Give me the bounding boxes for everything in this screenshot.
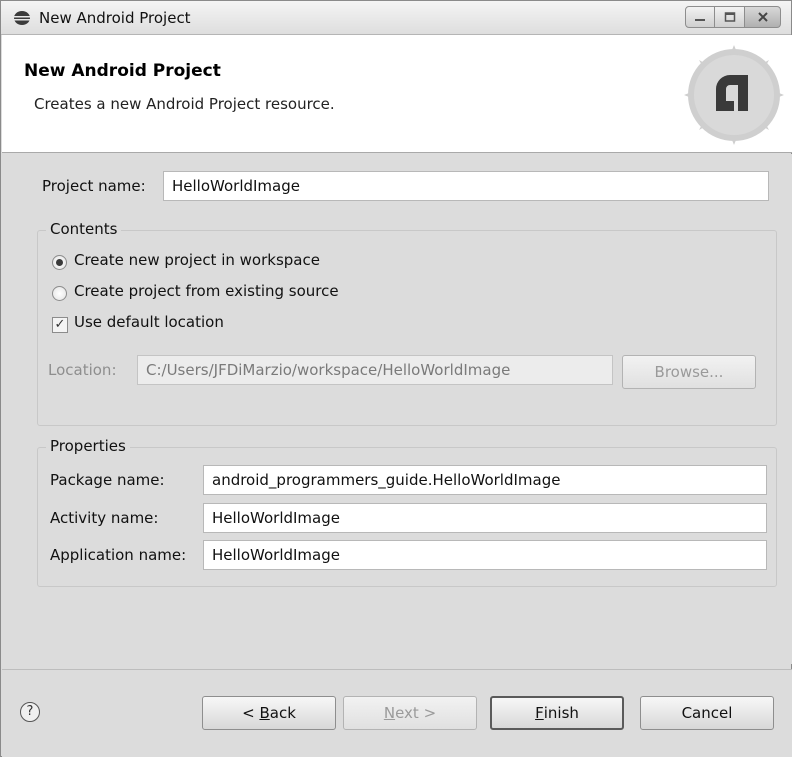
title-bar[interactable]: New Android Project bbox=[1, 1, 791, 35]
finish-button[interactable]: Finish bbox=[490, 696, 624, 730]
project-name-label: Project name: bbox=[42, 177, 146, 195]
application-name-input[interactable]: HelloWorldImage bbox=[203, 540, 767, 570]
finish-button-suffix: inish bbox=[543, 704, 579, 722]
next-button[interactable]: Next > bbox=[343, 696, 477, 730]
use-default-location-label[interactable]: Use default location bbox=[74, 313, 224, 331]
next-button-suffix: ext > bbox=[395, 704, 437, 722]
next-button-mnemonic: N bbox=[383, 704, 396, 722]
help-icon[interactable]: ? bbox=[20, 702, 40, 722]
location-input[interactable]: C:/Users/JFDiMarzio/workspace/HelloWorld… bbox=[137, 355, 613, 385]
project-name-input[interactable]: HelloWorldImage bbox=[163, 171, 769, 201]
back-button-prefix: < bbox=[242, 704, 260, 722]
maximize-icon[interactable] bbox=[715, 6, 745, 28]
wizard-description: Creates a new Android Project resource. bbox=[34, 95, 335, 113]
wizard-content: Project name: HelloWorldImage Contents C… bbox=[2, 154, 792, 664]
application-name-label: Application name: bbox=[50, 546, 187, 564]
use-default-location-checkbox[interactable]: ✓ bbox=[52, 317, 68, 333]
wizard-footer: ? < Back Next > Finish Cancel bbox=[2, 669, 792, 757]
activity-name-input[interactable]: HelloWorldImage bbox=[203, 503, 767, 533]
contents-group: Contents Create new project in workspace… bbox=[37, 220, 777, 426]
android-logo-icon bbox=[684, 45, 784, 145]
close-icon[interactable] bbox=[745, 6, 781, 28]
location-label: Location: bbox=[48, 361, 117, 379]
cancel-button[interactable]: Cancel bbox=[640, 696, 774, 730]
contents-group-title: Contents bbox=[46, 220, 122, 238]
back-button[interactable]: < Back bbox=[202, 696, 336, 730]
wizard-title: New Android Project bbox=[24, 61, 221, 81]
back-button-mnemonic: B bbox=[259, 704, 270, 722]
package-name-label: Package name: bbox=[50, 471, 165, 489]
minimize-icon[interactable] bbox=[685, 6, 715, 28]
window-controls bbox=[685, 6, 781, 28]
eclipse-icon bbox=[14, 11, 30, 25]
back-button-suffix: ack bbox=[269, 704, 296, 722]
properties-group: Properties Package name: android_program… bbox=[37, 437, 777, 587]
properties-group-title: Properties bbox=[46, 437, 130, 455]
create-from-existing-label[interactable]: Create project from existing source bbox=[74, 282, 339, 300]
create-new-project-label[interactable]: Create new project in workspace bbox=[74, 251, 320, 269]
activity-name-label: Activity name: bbox=[50, 509, 159, 527]
create-new-project-radio[interactable] bbox=[52, 255, 67, 270]
create-from-existing-radio[interactable] bbox=[52, 286, 67, 301]
finish-button-mnemonic: F bbox=[535, 704, 544, 722]
package-name-input[interactable]: android_programmers_guide.HelloWorldImag… bbox=[203, 465, 767, 495]
window-title: New Android Project bbox=[39, 9, 191, 27]
new-android-project-dialog: New Android Project New Android Project … bbox=[0, 0, 792, 757]
wizard-banner: New Android Project Creates a new Androi… bbox=[2, 35, 792, 153]
browse-button[interactable]: Browse... bbox=[622, 355, 756, 389]
